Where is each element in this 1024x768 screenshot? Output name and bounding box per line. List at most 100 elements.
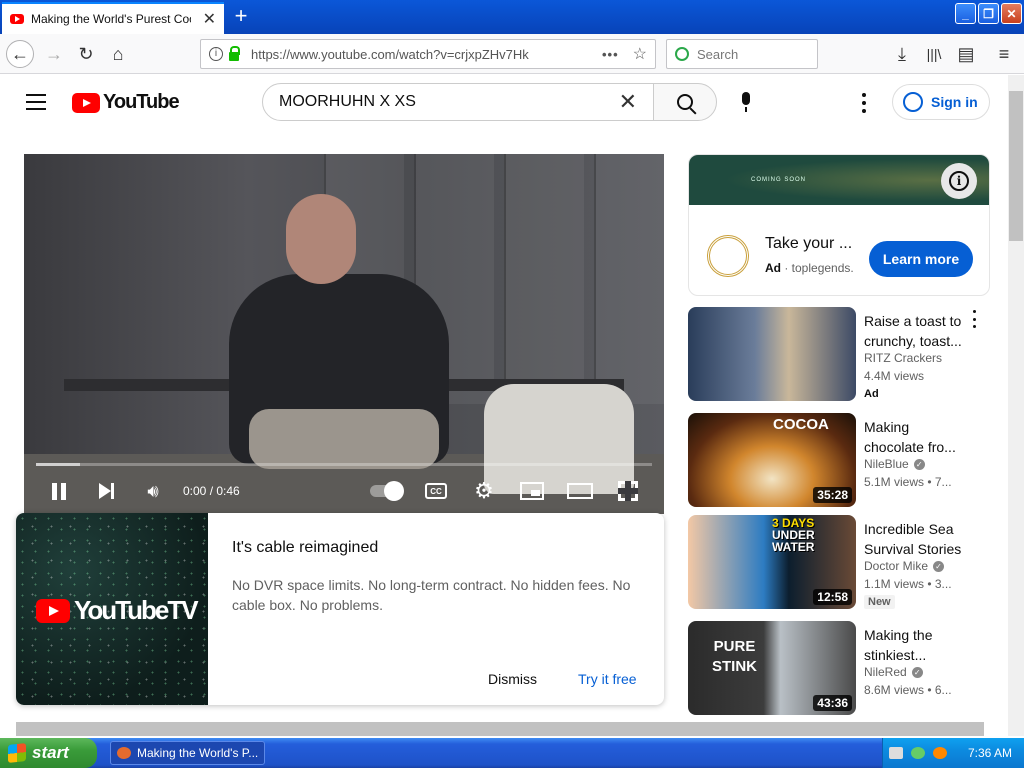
video-thumbnail[interactable] <box>688 307 856 401</box>
horizontal-scrollbar[interactable] <box>16 722 984 736</box>
player-controls: 🔊︎ 0:00 / 0:46 CC ⚙︎ <box>24 474 664 508</box>
view-count: 8.6M views • 6... <box>864 683 952 697</box>
video-title[interactable]: Raise a toast to crunchy, toast... <box>864 311 972 351</box>
channel-row[interactable]: NileBlue ✓ <box>864 457 925 471</box>
url-bar[interactable]: i https://www.youtube.com/watch?v=crjxpZ… <box>200 39 656 69</box>
window-controls: _ ❐ ✕ <box>955 3 1022 24</box>
promo-body: No DVR space limits. No long-term contra… <box>232 577 631 613</box>
settings-menu-icon[interactable] <box>856 93 872 113</box>
learn-more-button[interactable]: Learn more <box>869 241 973 277</box>
clock[interactable]: 7:36 AM <box>968 746 1012 760</box>
youtube-search-input[interactable]: MOORHUHN X XS ✕ <box>262 83 654 121</box>
theater-mode-icon[interactable] <box>567 483 593 499</box>
ad-meta: Ad · toplegends. <box>765 261 854 275</box>
channel-name: NileBlue <box>864 457 909 471</box>
video-title[interactable]: Making chocolate fro... <box>864 417 972 457</box>
video-progress-bar[interactable] <box>36 463 652 466</box>
video-frame-detail <box>504 154 584 404</box>
youtube-play-icon <box>36 598 70 623</box>
pause-icon[interactable] <box>50 480 68 502</box>
minimize-button[interactable]: _ <box>955 3 976 24</box>
menu-icon[interactable]: ≡ <box>990 40 1018 68</box>
sidebar-toggle-icon[interactable]: ▤ <box>952 40 980 68</box>
search-placeholder: Search <box>697 46 739 62</box>
close-tab-icon[interactable]: ✕ <box>203 9 216 29</box>
microphone-icon[interactable] <box>737 92 755 114</box>
page-scrollbar[interactable] <box>1008 75 1024 736</box>
miniplayer-icon[interactable] <box>520 482 544 500</box>
video-thumbnail[interactable]: PURE STINK 43:36 <box>688 621 856 715</box>
url-text: https://www.youtube.com/watch?v=crjxpZHv… <box>251 46 529 62</box>
ad-title[interactable]: Take your ... <box>765 235 852 253</box>
taskbar-item-firefox[interactable]: Making the World's P... <box>110 741 265 765</box>
try-it-free-button[interactable]: Try it free <box>566 669 649 689</box>
ad-badge: Ad <box>864 388 879 400</box>
lock-icon <box>229 45 240 61</box>
fullscreen-icon[interactable] <box>618 481 638 501</box>
youtube-logo[interactable]: YouTube <box>72 91 180 114</box>
info-icon: i <box>949 171 969 191</box>
forward-button[interactable]: → <box>40 40 68 68</box>
verified-icon: ✓ <box>933 560 945 572</box>
keyboard-icon[interactable] <box>889 747 903 759</box>
downloads-icon[interactable]: ⤓ <box>888 40 916 68</box>
video-thumbnail[interactable]: COCOA 35:28 <box>688 413 856 507</box>
recommended-video[interactable]: 3 DAYS UNDER WATER 12:58 Incredible Sea … <box>688 515 990 611</box>
video-title[interactable]: Incredible Sea Survival Stories <box>864 519 972 559</box>
video-duration: 12:58 <box>813 589 852 605</box>
close-window-button[interactable]: ✕ <box>1001 3 1022 24</box>
captions-icon[interactable]: CC <box>425 483 447 499</box>
new-tab-button[interactable]: + <box>228 4 254 30</box>
thumbnail-caption: 3 DAYS UNDER WATER <box>772 517 815 553</box>
video-title[interactable]: Making the stinkiest... <box>864 625 972 665</box>
info-icon[interactable]: i <box>209 47 223 61</box>
thumbnail-caption-line: STINK <box>712 658 757 675</box>
guide-menu-icon[interactable] <box>26 94 46 110</box>
gear-icon[interactable]: ⚙︎ <box>473 478 495 503</box>
video-frame-detail <box>249 409 439 469</box>
tab-title: Making the World's Purest Cookie <box>31 12 191 26</box>
search-tray-icon[interactable] <box>933 747 947 759</box>
ad-domain: toplegends. <box>791 261 854 275</box>
start-button[interactable]: start <box>0 738 97 768</box>
recommended-video[interactable]: Raise a toast to crunchy, toast... RITZ … <box>688 307 990 403</box>
browser-search-field[interactable]: Search <box>666 39 818 69</box>
dismiss-button[interactable]: Dismiss <box>474 669 551 689</box>
clear-search-icon[interactable]: ✕ <box>619 89 637 115</box>
browser-tab[interactable]: Making the World's Purest Cookie ✕ <box>2 2 224 34</box>
next-icon[interactable] <box>96 480 116 502</box>
youtube-search-button[interactable] <box>653 83 717 121</box>
bookmark-star-icon[interactable]: ☆ <box>633 44 647 64</box>
page-actions-icon[interactable]: ••• <box>602 47 619 62</box>
channel-row[interactable]: NileRed ✓ <box>864 665 923 679</box>
channel-row[interactable]: Doctor Mike ✓ <box>864 559 945 573</box>
back-button[interactable]: ← <box>6 40 34 68</box>
network-icon[interactable] <box>911 747 925 759</box>
recommended-video[interactable]: COCOA 35:28 Making chocolate fro... Nile… <box>688 413 990 509</box>
volume-icon[interactable]: 🔊︎ <box>142 480 164 502</box>
advertiser-logo <box>707 235 749 277</box>
verified-icon: ✓ <box>913 458 925 470</box>
sidebar-ad[interactable]: COMING SOON i Take your ... Ad · toplege… <box>688 154 990 296</box>
video-menu-icon[interactable] <box>966 310 982 328</box>
autoplay-toggle[interactable] <box>369 480 404 502</box>
scrollbar-thumb[interactable] <box>1009 91 1023 241</box>
taskbar-item-label: Making the World's P... <box>137 746 259 760</box>
video-duration: 35:28 <box>813 487 852 503</box>
view-count: 5.1M views • 7... <box>864 475 952 489</box>
search-query: MOORHUHN X XS <box>279 93 416 110</box>
maximize-button[interactable]: ❐ <box>978 3 999 24</box>
ad-info-button[interactable]: i <box>941 163 977 199</box>
reload-button[interactable]: ↻ <box>72 40 100 68</box>
video-player[interactable]: 🔊︎ 0:00 / 0:46 CC ⚙︎ <box>24 154 664 514</box>
view-count: 1.1M views • 3... <box>864 577 952 591</box>
video-thumbnail[interactable]: 3 DAYS UNDER WATER 12:58 <box>688 515 856 609</box>
sign-in-button[interactable]: Sign in <box>892 84 990 120</box>
library-icon[interactable]: |||\ <box>920 40 948 68</box>
ad-banner-text: COMING SOON <box>751 177 807 183</box>
thumbnail-caption-line: PURE <box>713 638 756 655</box>
recommended-video[interactable]: PURE STINK 43:36 Making the stinkiest...… <box>688 621 990 717</box>
channel-name[interactable]: RITZ Crackers <box>864 351 942 365</box>
home-button[interactable]: ⌂ <box>104 40 132 68</box>
account-icon <box>903 92 923 112</box>
